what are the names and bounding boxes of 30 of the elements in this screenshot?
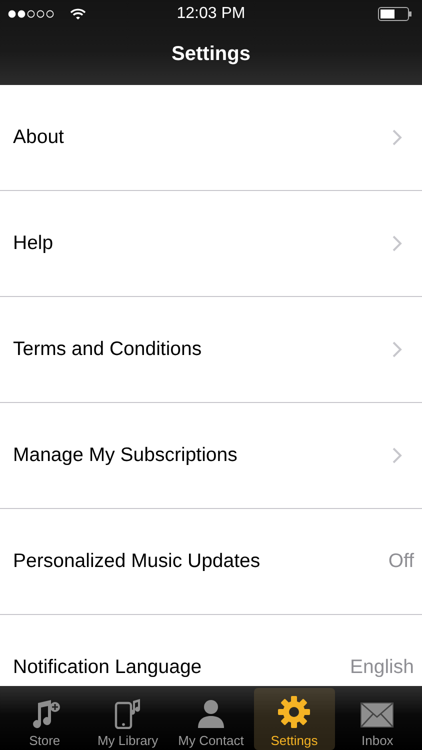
row-value: English <box>350 656 414 679</box>
row-label: About <box>13 126 64 149</box>
settings-row[interactable]: Terms and Conditions <box>0 297 422 403</box>
settings-row[interactable]: Help <box>0 191 422 297</box>
status-time: 12:03 PM <box>176 5 246 23</box>
chevron-icon <box>392 129 402 146</box>
person-icon <box>195 697 227 729</box>
tab[interactable]: Settings <box>254 688 335 750</box>
gear-icon <box>277 695 312 729</box>
wifi-icon <box>70 8 86 20</box>
battery-icon <box>378 7 412 21</box>
settings-row[interactable]: About <box>0 85 422 191</box>
chevron-icon <box>392 341 402 358</box>
row-label: Personalized Music Updates <box>13 550 260 573</box>
chevron-icon <box>392 235 402 252</box>
tab[interactable]: My Contact <box>170 688 252 750</box>
row-value: Off <box>388 550 414 573</box>
signal-icon <box>8 10 56 18</box>
row-label: Help <box>13 232 54 255</box>
nav-title: Settings <box>172 43 250 66</box>
envelope-icon <box>360 701 394 729</box>
settings-row[interactable]: Manage My Subscriptions <box>0 403 422 509</box>
settings-row[interactable]: Personalized Music Updates Off <box>0 509 422 615</box>
tab[interactable]: Store <box>4 688 86 750</box>
chevron-icon <box>392 447 402 464</box>
tab[interactable]: My Library <box>87 688 168 750</box>
row-label: Notification Language <box>13 656 202 679</box>
row-label: Manage My Subscriptions <box>13 444 238 467</box>
row-label: Terms and Conditions <box>13 338 202 361</box>
tab[interactable]: Inbox <box>336 688 418 750</box>
